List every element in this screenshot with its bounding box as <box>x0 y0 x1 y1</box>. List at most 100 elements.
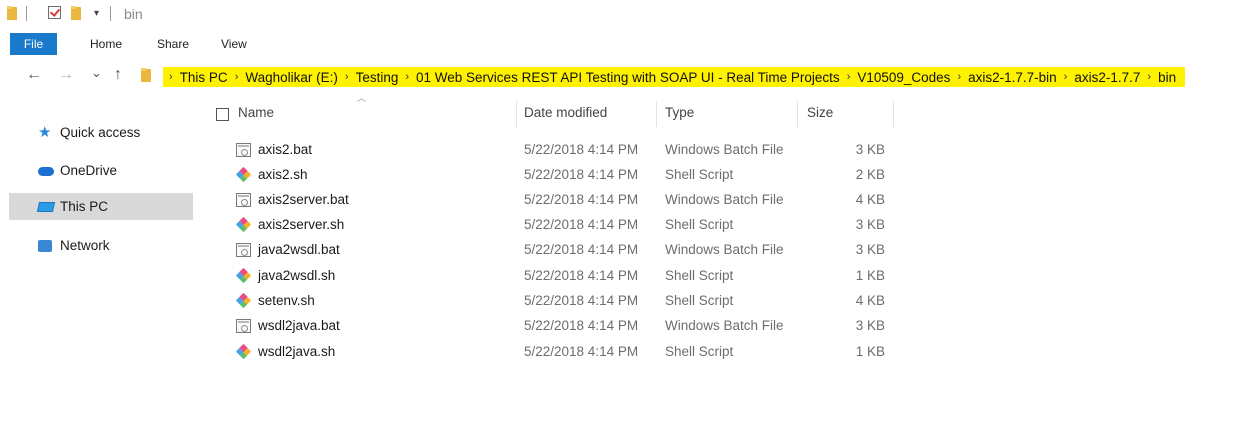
separator <box>26 6 27 21</box>
shell-script-icon <box>235 343 252 360</box>
ribbon-tabs: File Home Share View <box>0 33 1255 55</box>
column-name[interactable]: Name <box>238 105 274 120</box>
network-icon <box>38 239 56 253</box>
shell-script-icon <box>235 216 252 233</box>
new-folder-icon[interactable] <box>71 6 81 20</box>
chevron-right-icon[interactable]: › <box>1143 71 1155 83</box>
file-name: axis2.sh <box>258 167 308 182</box>
file-type: Windows Batch File <box>665 142 784 157</box>
forward-icon[interactable]: → <box>58 65 74 85</box>
recent-locations-icon[interactable]: ⌄ <box>91 63 102 83</box>
chevron-right-icon[interactable]: › <box>843 71 855 83</box>
file-date: 5/22/2018 4:14 PM <box>524 242 639 257</box>
breadcrumb-course[interactable]: 01 Web Services REST API Testing with SO… <box>413 70 843 85</box>
window-title: bin <box>124 6 143 22</box>
file-name: java2wsdl.sh <box>258 268 336 283</box>
file-row[interactable]: axis2.bat 5/22/2018 4:14 PM Windows Batc… <box>230 138 930 163</box>
file-size: 3 KB <box>855 318 885 333</box>
file-row[interactable]: wsdl2java.sh 5/22/2018 4:14 PM Shell Scr… <box>230 340 930 365</box>
file-size: 4 KB <box>855 293 885 308</box>
file-name: java2wsdl.bat <box>258 242 340 257</box>
sidebar-item-quick-access[interactable]: ★ Quick access <box>9 119 193 146</box>
file-name: axis2server.sh <box>258 217 345 232</box>
breadcrumb-drive[interactable]: Wagholikar (E:) <box>242 70 341 85</box>
customize-toolbar-dropdown[interactable]: ▾ <box>94 8 99 19</box>
file-type: Shell Script <box>665 293 734 308</box>
folder-icon <box>7 6 17 20</box>
breadcrumb-testing[interactable]: Testing <box>353 70 402 85</box>
file-size: 1 KB <box>855 344 885 359</box>
column-date-modified[interactable]: Date modified <box>524 105 607 120</box>
breadcrumb[interactable]: › This PC › Wagholikar (E:) › Testing › … <box>163 67 1186 87</box>
star-icon: ★ <box>38 123 52 141</box>
file-name: wsdl2java.bat <box>258 318 340 333</box>
shell-script-icon <box>235 267 252 284</box>
file-date: 5/22/2018 4:14 PM <box>524 167 639 182</box>
up-icon[interactable]: ↑ <box>114 65 122 85</box>
breadcrumb-bin[interactable]: bin <box>1155 70 1179 85</box>
file-name: setenv.sh <box>258 293 315 308</box>
file-date: 5/22/2018 4:14 PM <box>524 192 639 207</box>
tab-share[interactable]: Share <box>157 33 189 55</box>
file-row[interactable]: java2wsdl.bat 5/22/2018 4:14 PM Windows … <box>230 238 930 263</box>
sidebar-item-onedrive[interactable]: OneDrive <box>9 157 193 184</box>
sidebar-item-label: OneDrive <box>60 163 118 178</box>
column-type[interactable]: Type <box>665 105 694 120</box>
file-size: 3 KB <box>855 142 885 157</box>
file-size: 3 KB <box>855 217 885 232</box>
breadcrumb-axis2-bin[interactable]: axis2-1.7.7-bin <box>965 70 1060 85</box>
select-all-checkbox[interactable] <box>216 108 229 121</box>
chevron-right-icon[interactable]: › <box>401 71 413 83</box>
file-date: 5/22/2018 4:14 PM <box>524 268 639 283</box>
tab-view[interactable]: View <box>221 33 247 55</box>
file-row[interactable]: axis2server.bat 5/22/2018 4:14 PM Window… <box>230 188 930 213</box>
column-divider[interactable] <box>656 101 657 127</box>
column-divider[interactable] <box>797 101 798 127</box>
column-size[interactable]: Size <box>807 105 833 120</box>
file-row[interactable]: setenv.sh 5/22/2018 4:14 PM Shell Script… <box>230 289 930 314</box>
file-date: 5/22/2018 4:14 PM <box>524 293 639 308</box>
breadcrumb-codes[interactable]: V10509_Codes <box>854 70 953 85</box>
chevron-right-icon[interactable]: › <box>1060 71 1072 83</box>
shell-script-icon <box>235 166 252 183</box>
file-row[interactable]: axis2.sh 5/22/2018 4:14 PM Shell Script … <box>230 163 930 188</box>
breadcrumb-axis2[interactable]: axis2-1.7.7 <box>1071 70 1143 85</box>
column-divider[interactable] <box>516 101 517 127</box>
file-row[interactable]: axis2server.sh 5/22/2018 4:14 PM Shell S… <box>230 213 930 238</box>
tab-file[interactable]: File <box>10 33 57 55</box>
tab-home[interactable]: Home <box>90 33 122 55</box>
file-type: Windows Batch File <box>665 192 784 207</box>
file-type: Windows Batch File <box>665 242 784 257</box>
sidebar-item-label: Network <box>60 238 110 253</box>
file-type: Shell Script <box>665 217 734 232</box>
back-icon[interactable]: ← <box>26 65 42 85</box>
batch-file-icon <box>236 143 251 157</box>
breadcrumb-this-pc[interactable]: This PC <box>177 70 231 85</box>
chevron-right-icon[interactable]: › <box>953 71 965 83</box>
file-type: Shell Script <box>665 268 734 283</box>
file-date: 5/22/2018 4:14 PM <box>524 142 639 157</box>
shell-script-icon <box>235 292 252 309</box>
chevron-right-icon[interactable]: › <box>165 71 177 83</box>
properties-check-icon[interactable] <box>48 6 61 19</box>
address-folder-icon <box>141 68 151 82</box>
sidebar-item-label: This PC <box>60 199 109 214</box>
cloud-icon <box>38 164 56 178</box>
chevron-right-icon[interactable]: › <box>341 71 353 83</box>
file-type: Shell Script <box>665 344 734 359</box>
file-type: Windows Batch File <box>665 318 784 333</box>
sidebar-item-this-pc[interactable]: This PC <box>9 193 193 220</box>
file-row[interactable]: java2wsdl.sh 5/22/2018 4:14 PM Shell Scr… <box>230 264 930 289</box>
navigation-bar: ← → ⌄ ↑ › This PC › Wagholikar (E:) › Te… <box>0 62 1255 90</box>
file-date: 5/22/2018 4:14 PM <box>524 318 639 333</box>
batch-file-icon <box>236 319 251 333</box>
file-row[interactable]: wsdl2java.bat 5/22/2018 4:14 PM Windows … <box>230 314 930 339</box>
batch-file-icon <box>236 193 251 207</box>
sidebar-item-network[interactable]: Network <box>9 232 193 259</box>
chevron-right-icon[interactable]: › <box>231 71 243 83</box>
file-size: 1 KB <box>855 268 885 283</box>
sort-caret-icon: ︿ <box>357 93 367 103</box>
column-divider[interactable] <box>893 101 894 127</box>
file-size: 2 KB <box>855 167 885 182</box>
title-bar: ▾ bin <box>0 0 1255 30</box>
